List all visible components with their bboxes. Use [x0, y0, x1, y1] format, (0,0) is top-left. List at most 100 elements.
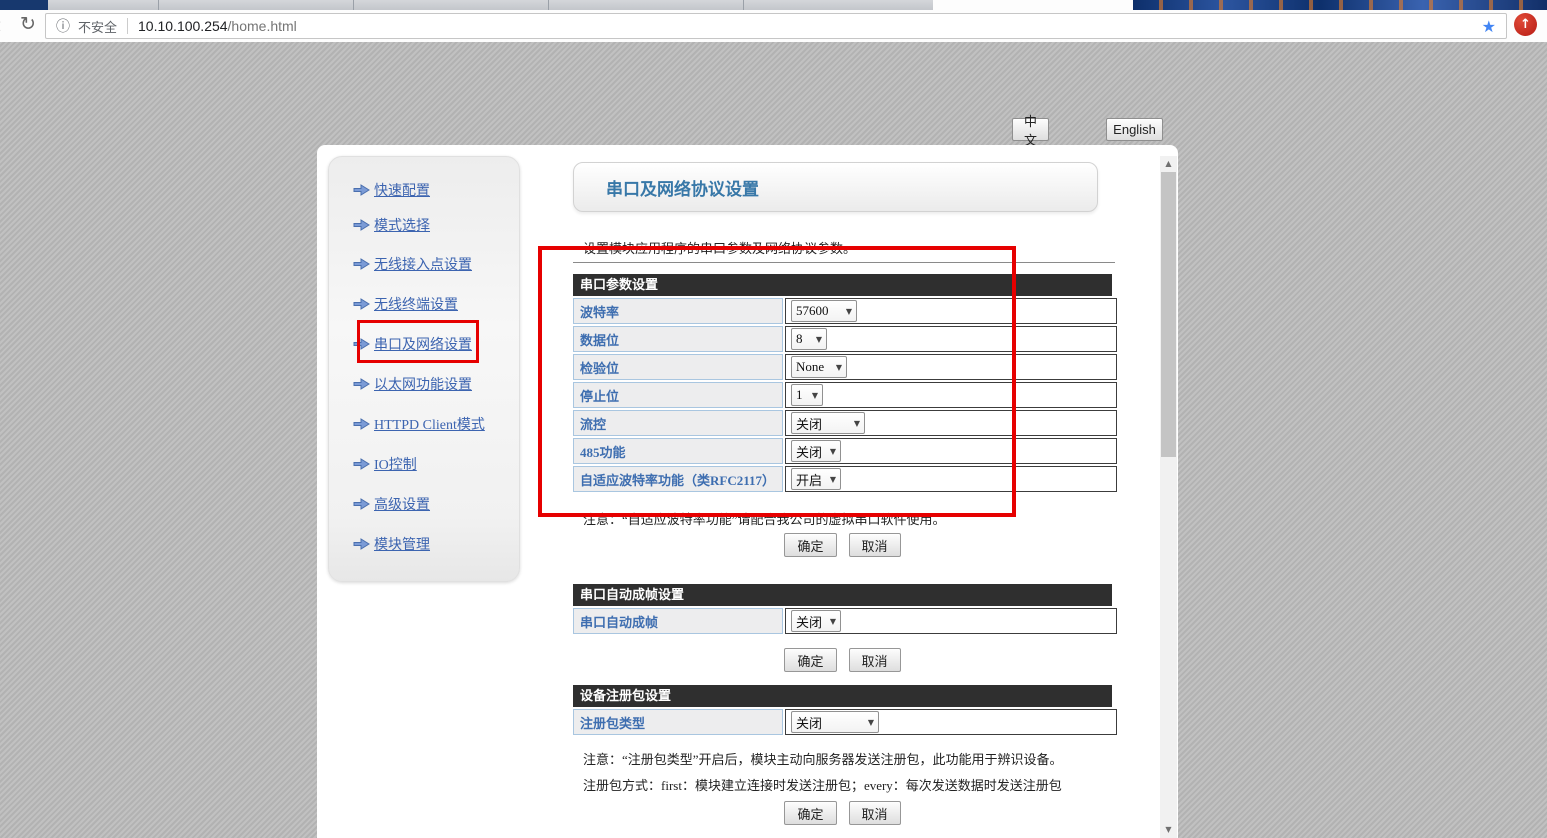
sidebar-item-label[interactable]: 模式选择 [374, 215, 430, 235]
cancel-button[interactable]: 取消 [849, 648, 901, 672]
select-value: 8 [796, 331, 803, 347]
select-value: 关闭 [796, 442, 822, 461]
select-value: 1 [796, 387, 803, 403]
sidebar-item-label[interactable]: 快速配置 [374, 180, 430, 200]
sidebar-item-label[interactable]: 高级设置 [374, 494, 430, 514]
dropdown-arrow-icon: ▼ [816, 335, 822, 344]
row-label: 停止位 [580, 386, 619, 405]
select-value: 关闭 [796, 414, 822, 433]
sidebar-item-label[interactable]: 模块管理 [374, 534, 430, 554]
reload-icon[interactable]: ↻ [16, 12, 40, 36]
row-label: 流控 [580, 414, 606, 433]
select-value: 关闭 [796, 713, 822, 732]
table-header: 设备注册包设置 [573, 685, 1112, 707]
scroll-up-icon[interactable]: ▲ [1160, 156, 1177, 172]
ok-button[interactable]: 确定 [784, 801, 836, 825]
sidebar-item-quick-config[interactable]: 快速配置 [353, 180, 430, 200]
sidebar-item-label[interactable]: 以太网功能设置 [374, 374, 472, 394]
row-label: 波特率 [580, 302, 619, 321]
table-row: 数据位 8 ▼ [573, 326, 1112, 352]
back-icon[interactable]: ‹ [0, 12, 1, 38]
row-label: 数据位 [580, 330, 619, 349]
button-row-register: 确定 取消 [573, 801, 1112, 825]
sidebar-item-label[interactable]: 串口及网络设置 [374, 334, 472, 354]
security-label: 不安全 [78, 17, 117, 36]
scrollbar-thumb[interactable] [1161, 172, 1176, 457]
row-label: 自适应波特率功能（类RFC2117） [580, 470, 775, 489]
cancel-button[interactable]: 取消 [849, 801, 901, 825]
note-register-1: 注意：“注册包类型”开启后，模块主动向服务器发送注册包，此功能用于辨识设备。 [583, 749, 1063, 768]
table-row: 串口自动成帧 关闭 ▼ [573, 608, 1112, 634]
serial-params-table: 串口参数设置 波特率 57600 ▼ 数据位 8 ▼ 检验位 None ▼ [573, 274, 1112, 492]
sidebar-item-mode-select[interactable]: 模式选择 [353, 215, 430, 235]
info-icon[interactable]: ⓘ [56, 16, 70, 36]
note-register-2: 注册包方式：first：模块建立连接时发送注册包；every：每次发送数据时发送… [583, 775, 1062, 794]
sidebar-item-httpd-client[interactable]: HTTPD Client模式 [353, 414, 485, 434]
table-header: 串口参数设置 [573, 274, 1112, 296]
rs485-select[interactable]: 关闭 ▼ [791, 440, 841, 462]
page-title-banner: 串口及网络协议设置 [573, 162, 1098, 212]
table-row: 注册包类型 关闭 ▼ [573, 709, 1112, 735]
stop-bits-select[interactable]: 1 ▼ [791, 384, 823, 406]
sidebar-item-advanced[interactable]: 高级设置 [353, 494, 430, 514]
arrow-right-icon [353, 256, 370, 272]
table-header: 串口自动成帧设置 [573, 584, 1112, 606]
table-row: 流控 关闭 ▼ [573, 410, 1112, 436]
button-row-autoframe: 确定 取消 [573, 648, 1112, 672]
table-row: 波特率 57600 ▼ [573, 298, 1112, 324]
dropdown-arrow-icon: ▼ [812, 391, 818, 400]
arrow-right-icon [353, 536, 370, 552]
language-chinese-button[interactable]: 中文 [1012, 118, 1049, 141]
register-packet-select[interactable]: 关闭 ▼ [791, 711, 879, 733]
sidebar-item-io-control[interactable]: IO控制 [353, 454, 417, 474]
page-description: 设置模块应用程序的串口参数及网络协议参数。 [583, 238, 856, 257]
page-title: 串口及网络协议设置 [606, 175, 759, 200]
sidebar-item-ap-settings[interactable]: 无线接入点设置 [353, 254, 472, 274]
sidebar-item-label[interactable]: 无线接入点设置 [374, 254, 472, 274]
arrow-right-icon [353, 376, 370, 392]
ok-button[interactable]: 确定 [784, 533, 836, 557]
browser-toolbar: ‹ ↻ ⓘ 不安全 10.10.100.254 /home.html ★ ↑ [0, 10, 1547, 43]
sidebar-item-ethernet[interactable]: 以太网功能设置 [353, 374, 472, 394]
ok-button[interactable]: 确定 [784, 648, 836, 672]
parity-select[interactable]: None ▼ [791, 356, 847, 378]
table-row: 485功能 关闭 ▼ [573, 438, 1112, 464]
auto-frame-table: 串口自动成帧设置 串口自动成帧 关闭 ▼ [573, 584, 1112, 634]
select-value: 关闭 [796, 612, 822, 631]
address-bar[interactable]: ⓘ 不安全 10.10.100.254 /home.html ★ [45, 13, 1507, 39]
extension-icon[interactable]: ↑ [1514, 13, 1537, 36]
sidebar-item-serial-network[interactable]: 串口及网络设置 [353, 334, 472, 354]
cancel-button[interactable]: 取消 [849, 533, 901, 557]
url-path: /home.html [228, 18, 297, 34]
row-label: 485功能 [580, 442, 626, 461]
sidebar-item-sta-settings[interactable]: 无线终端设置 [353, 294, 458, 314]
dropdown-arrow-icon: ▼ [836, 363, 842, 372]
dropdown-arrow-icon: ▼ [830, 447, 836, 456]
select-value: 57600 [796, 303, 829, 319]
dropdown-arrow-icon: ▼ [830, 475, 836, 484]
select-value: 开启 [796, 470, 822, 489]
page-scrollbar[interactable]: ▲ ▼ [1160, 156, 1177, 838]
adaptive-baud-select[interactable]: 开启 ▼ [791, 468, 841, 490]
browser-tabs-strip [48, 0, 933, 10]
language-english-button[interactable]: English [1106, 118, 1163, 141]
arrow-right-icon [353, 496, 370, 512]
note-adaptive-baud: 注意：“自适应波特率功能”请配合我公司的虚拟串口软件使用。 [583, 509, 946, 528]
active-tab-strip [933, 0, 1133, 10]
baud-rate-select[interactable]: 57600 ▼ [791, 300, 857, 322]
flow-control-select[interactable]: 关闭 ▼ [791, 412, 865, 434]
sidebar-item-module-mgmt[interactable]: 模块管理 [353, 534, 430, 554]
row-label: 检验位 [580, 358, 619, 377]
row-label: 串口自动成帧 [580, 612, 658, 631]
data-bits-select[interactable]: 8 ▼ [791, 328, 827, 350]
window-title-strip [0, 0, 1547, 10]
sidebar-item-label[interactable]: 无线终端设置 [374, 294, 458, 314]
arrow-right-icon [353, 296, 370, 312]
dropdown-arrow-icon: ▼ [868, 718, 874, 727]
scroll-down-icon[interactable]: ▼ [1160, 822, 1177, 838]
sidebar-item-label[interactable]: IO控制 [374, 454, 417, 474]
auto-frame-select[interactable]: 关闭 ▼ [791, 610, 841, 632]
sidebar-item-label[interactable]: HTTPD Client模式 [374, 414, 485, 434]
bookmark-star-icon[interactable]: ★ [1482, 17, 1496, 36]
page-background: 中文 English 快速配置 模式选择 无线接入点设置 无线终端设置 串口及网… [0, 42, 1547, 838]
